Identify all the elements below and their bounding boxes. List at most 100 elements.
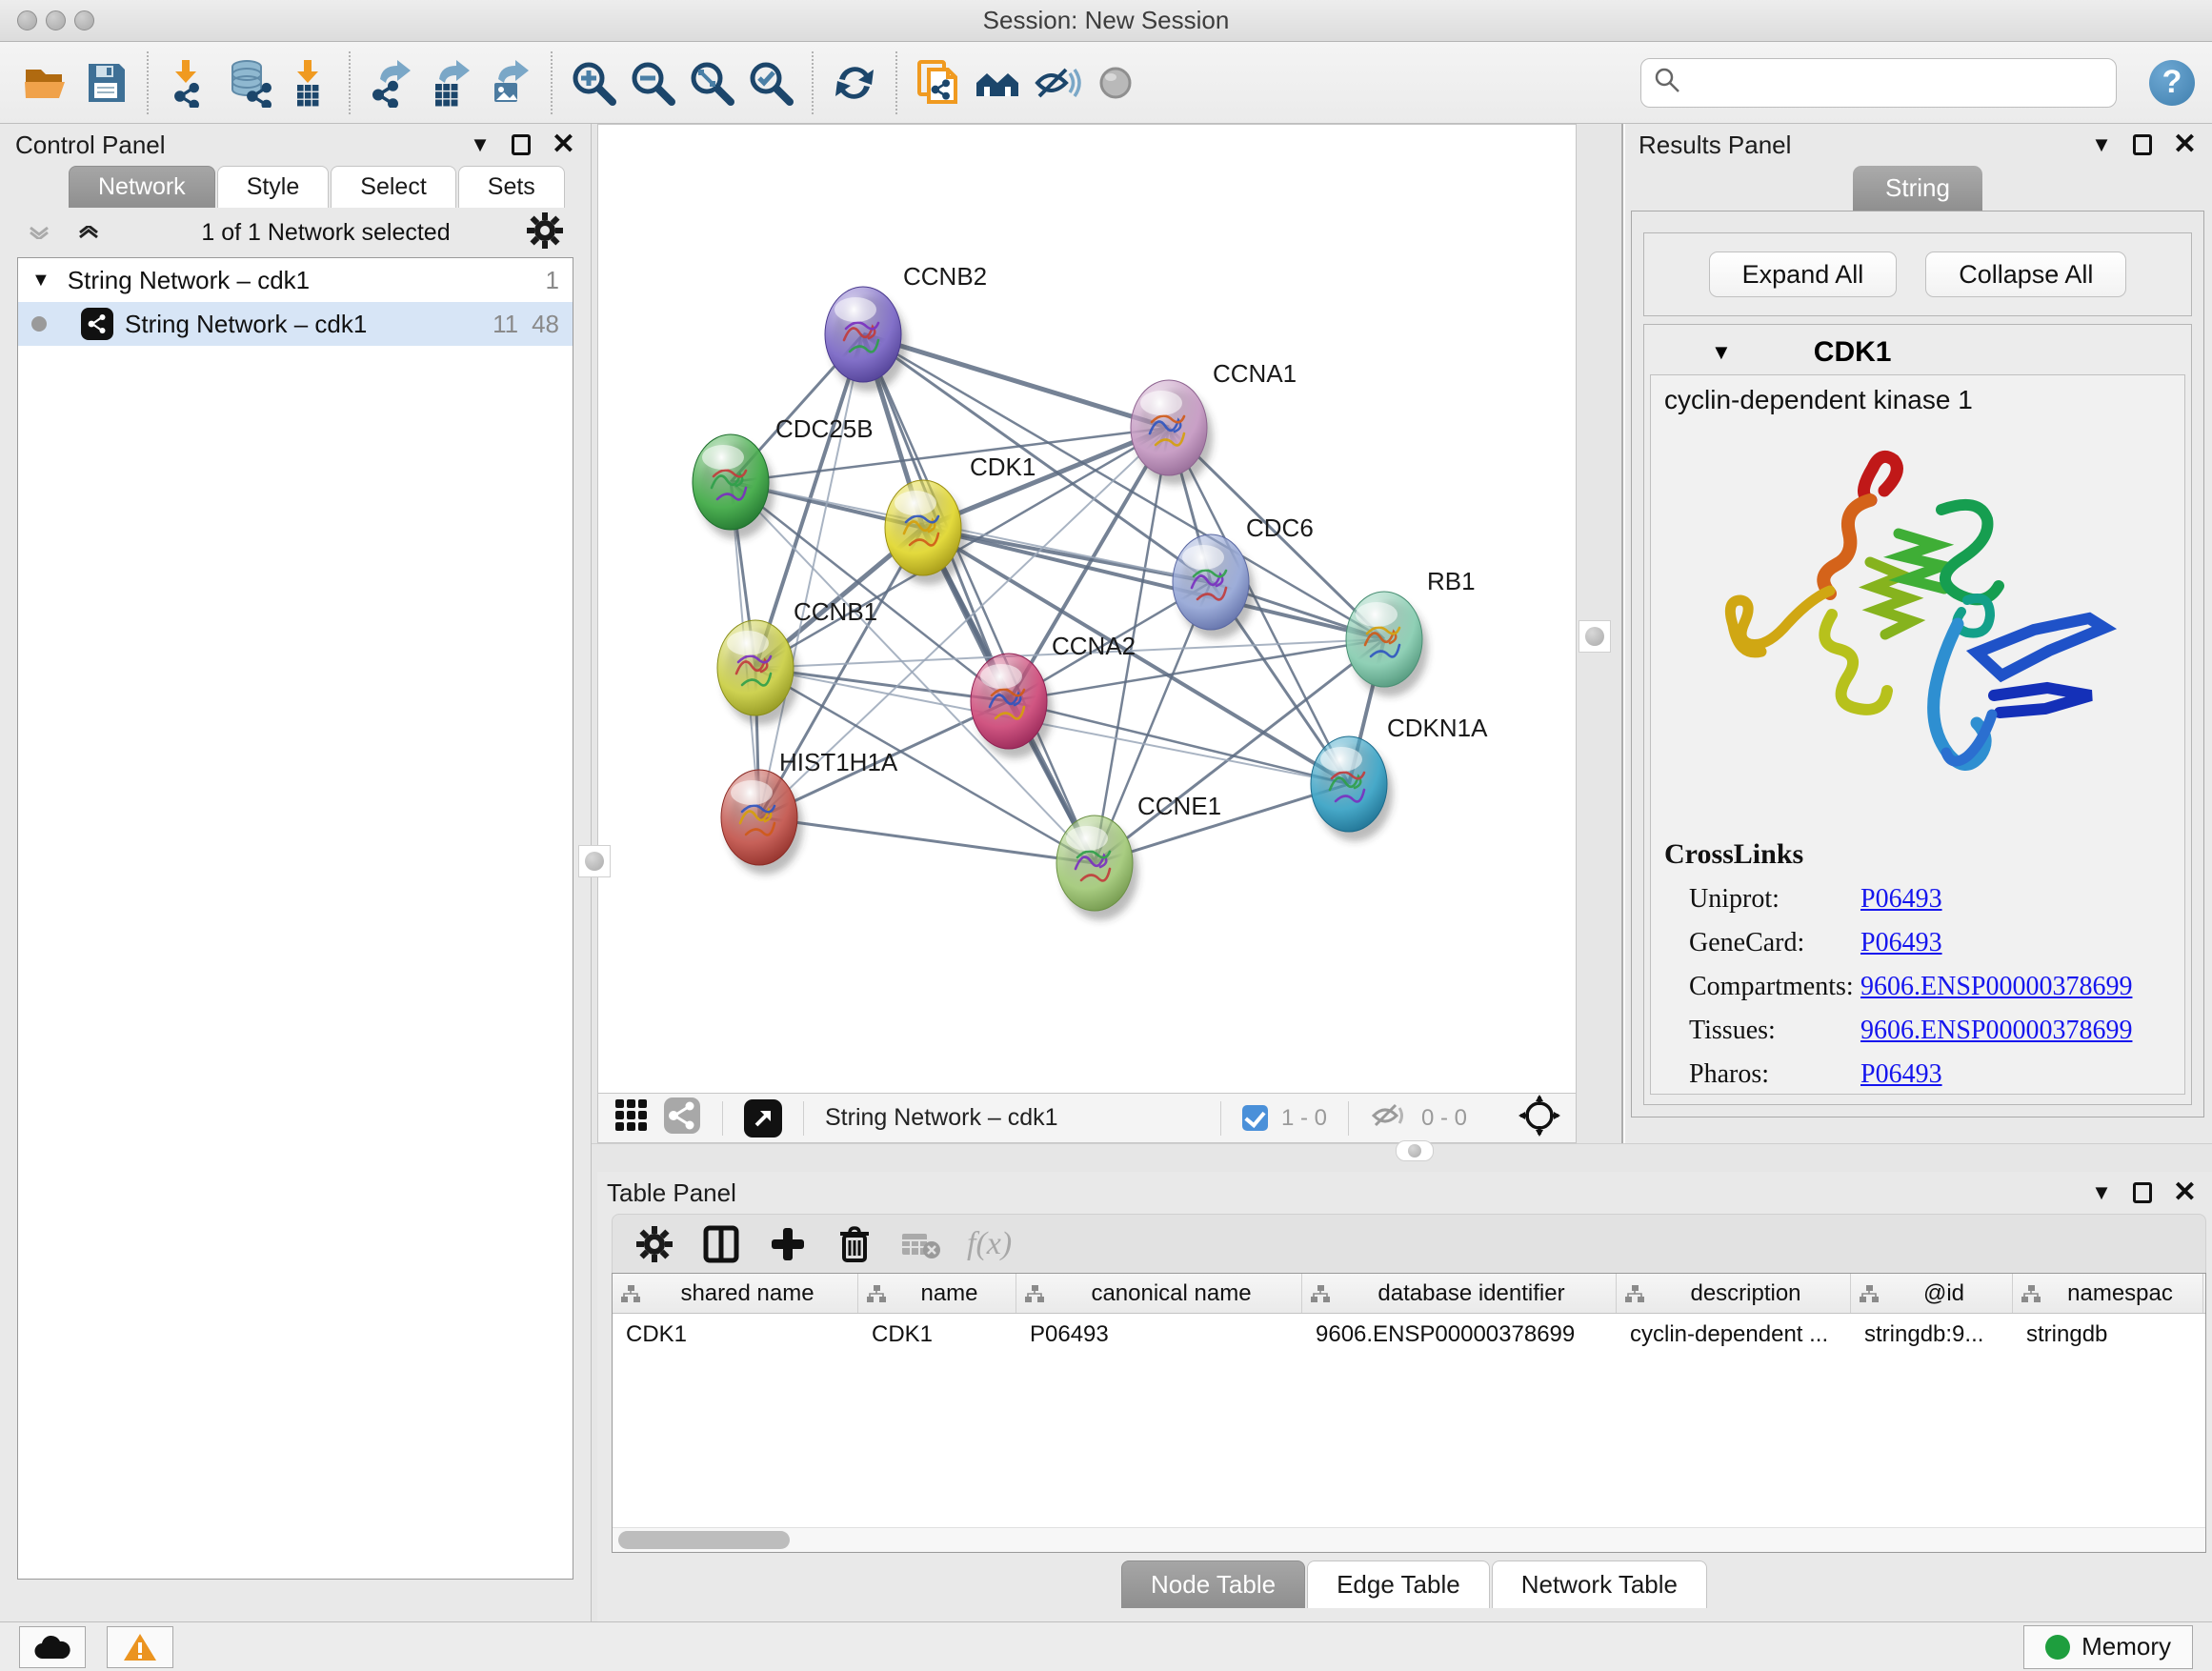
search-box[interactable] [1640, 58, 2117, 108]
float-results-icon[interactable]: ▼ [2091, 134, 2112, 155]
maximize-table-icon[interactable] [2133, 1182, 2152, 1203]
memory-button[interactable]: Memory [2023, 1625, 2193, 1669]
save-session-icon[interactable] [76, 53, 135, 112]
right-splitter[interactable] [1577, 124, 1621, 1143]
expand-all-button[interactable]: Expand All [1709, 252, 1898, 297]
search-input[interactable] [1689, 70, 2104, 96]
network-canvas[interactable]: CCNB2 CCNA1 CDC25B CDK1 CDC6 RB1 [597, 124, 1577, 1094]
close-panel-icon[interactable]: ✕ [552, 131, 575, 159]
birds-eye-toggle-icon[interactable] [1518, 1095, 1560, 1141]
column-header-name[interactable]: name [858, 1274, 1016, 1313]
tab-network-table[interactable]: Network Table [1492, 1560, 1707, 1608]
import-network-file-icon[interactable] [160, 53, 219, 112]
edge-CCNB2-CCNE1[interactable] [863, 334, 1095, 863]
hide-selected-icon[interactable] [1027, 53, 1086, 112]
new-network-from-selection-icon[interactable] [909, 53, 968, 112]
node-CDKN1A[interactable]: CDKN1A [1311, 714, 1488, 841]
crosslink-tissues[interactable]: 9606.ENSP00000378699 [1860, 1016, 2132, 1046]
import-table-file-icon[interactable] [278, 53, 337, 112]
table-row[interactable]: CDK1CDK1P064939606.ENSP00000378699cyclin… [613, 1314, 2205, 1356]
table-settings-gear-icon[interactable] [633, 1223, 675, 1265]
export-image-icon[interactable] [480, 53, 539, 112]
collection-collapse-icon[interactable]: ▼ [31, 270, 50, 292]
crosslink-compartments[interactable]: 9606.ENSP00000378699 [1860, 972, 2132, 1002]
network-options-gear-icon[interactable] [526, 211, 564, 254]
edge-CDK1-RB1[interactable] [923, 528, 1384, 639]
minimize-window-button[interactable] [46, 10, 66, 30]
cell-name[interactable]: CDK1 [858, 1314, 1016, 1356]
zoom-in-icon[interactable] [564, 53, 623, 112]
close-table-icon[interactable]: ✕ [2173, 1178, 2197, 1207]
grid-view-icon[interactable] [613, 1097, 650, 1138]
collapse-all-networks-icon[interactable] [76, 226, 101, 239]
float-table-icon[interactable]: ▼ [2091, 1182, 2112, 1203]
node-RB1[interactable]: RB1 [1346, 567, 1476, 696]
horizontal-splitter[interactable] [592, 1143, 2212, 1172]
expand-all-networks-icon[interactable] [27, 226, 51, 239]
column-header-description[interactable]: description [1617, 1274, 1851, 1313]
network-collection-row[interactable]: ▼ String Network – cdk1 1 [18, 258, 573, 302]
column-header-shared-name[interactable]: shared name [613, 1274, 858, 1313]
edge-HIST1H1A-CCNE1[interactable] [759, 817, 1095, 863]
float-panel-icon[interactable]: ▼ [470, 134, 491, 155]
node-CCNA1[interactable]: CCNA1 [1131, 359, 1297, 485]
cloud-status-button[interactable] [19, 1626, 86, 1668]
help-button[interactable]: ? [2149, 60, 2195, 106]
left-splitter-grip[interactable] [578, 845, 611, 877]
tab-string-results[interactable]: String [1853, 166, 1982, 211]
export-table-icon[interactable] [421, 53, 480, 112]
right-splitter-grip[interactable] [1579, 620, 1611, 653]
tab-select[interactable]: Select [331, 166, 455, 208]
crosslink-uniprot[interactable]: P06493 [1860, 884, 1942, 915]
edge-CCNB2-CCNA1[interactable] [863, 334, 1169, 428]
column-header-namespac[interactable]: namespac [2013, 1274, 2203, 1313]
crosslink-pharos[interactable]: P06493 [1860, 1059, 1942, 1090]
horizontal-splitter-grip[interactable] [1396, 1140, 1434, 1161]
first-neighbors-icon[interactable] [968, 53, 1027, 112]
refresh-icon[interactable] [825, 53, 884, 112]
node-HIST1H1A[interactable]: HIST1H1A [721, 748, 898, 875]
maximize-panel-icon[interactable] [512, 134, 531, 155]
selected-checkbox-icon[interactable] [1242, 1105, 1268, 1131]
network-view-icon[interactable] [663, 1097, 701, 1139]
maximize-window-button[interactable] [74, 10, 94, 30]
delete-column-trash-icon[interactable] [834, 1223, 875, 1265]
edge-CCNA2-CDKN1A[interactable] [1009, 701, 1349, 784]
cell-shared-name[interactable]: CDK1 [613, 1314, 858, 1356]
gene-collapse-icon[interactable]: ▼ [1711, 340, 1732, 365]
tab-sets[interactable]: Sets [458, 166, 565, 208]
zoom-out-icon[interactable] [623, 53, 682, 112]
cell-database-identifier[interactable]: 9606.ENSP00000378699 [1302, 1314, 1617, 1356]
table-horizontal-scrollbar[interactable] [613, 1527, 2205, 1552]
import-network-database-icon[interactable] [219, 53, 278, 112]
zoom-selected-icon[interactable] [741, 53, 800, 112]
export-network-icon[interactable] [362, 53, 421, 112]
column-header-canonical-name[interactable]: canonical name [1016, 1274, 1302, 1313]
cell-description[interactable]: cyclin-dependent ... [1617, 1314, 1851, 1356]
node-CCNB2[interactable]: CCNB2 [825, 262, 987, 392]
cell-namespac[interactable]: stringdb [2013, 1314, 2203, 1356]
tab-style[interactable]: Style [217, 166, 330, 208]
network-row[interactable]: String Network – cdk1 11 48 [18, 302, 573, 346]
cell-canonical-name[interactable]: P06493 [1016, 1314, 1302, 1356]
close-window-button[interactable] [17, 10, 37, 30]
left-splitter[interactable] [592, 124, 597, 1621]
scrollbar-thumb[interactable] [618, 1531, 790, 1549]
maximize-results-icon[interactable] [2133, 134, 2152, 155]
cell--id[interactable]: stringdb:9... [1851, 1314, 2013, 1356]
show-columns-icon[interactable] [700, 1223, 742, 1265]
tab-edge-table[interactable]: Edge Table [1307, 1560, 1490, 1608]
open-session-icon[interactable] [17, 53, 76, 112]
close-results-icon[interactable]: ✕ [2173, 131, 2197, 159]
edge-CCNB2-HIST1H1A[interactable] [759, 334, 863, 817]
column-header-database-identifier[interactable]: database identifier [1302, 1274, 1617, 1313]
node-CDC6[interactable]: CDC6 [1173, 513, 1314, 639]
crosslink-genecard[interactable]: P06493 [1860, 928, 1942, 958]
tab-node-table[interactable]: Node Table [1121, 1560, 1305, 1608]
create-column-icon[interactable] [767, 1223, 809, 1265]
node-CCNE1[interactable]: CCNE1 [1056, 792, 1221, 920]
zoom-fit-icon[interactable] [682, 53, 741, 112]
tab-network[interactable]: Network [69, 166, 215, 208]
collapse-all-button[interactable]: Collapse All [1925, 252, 2126, 297]
node-CDC25B[interactable]: CDC25B [693, 414, 874, 539]
